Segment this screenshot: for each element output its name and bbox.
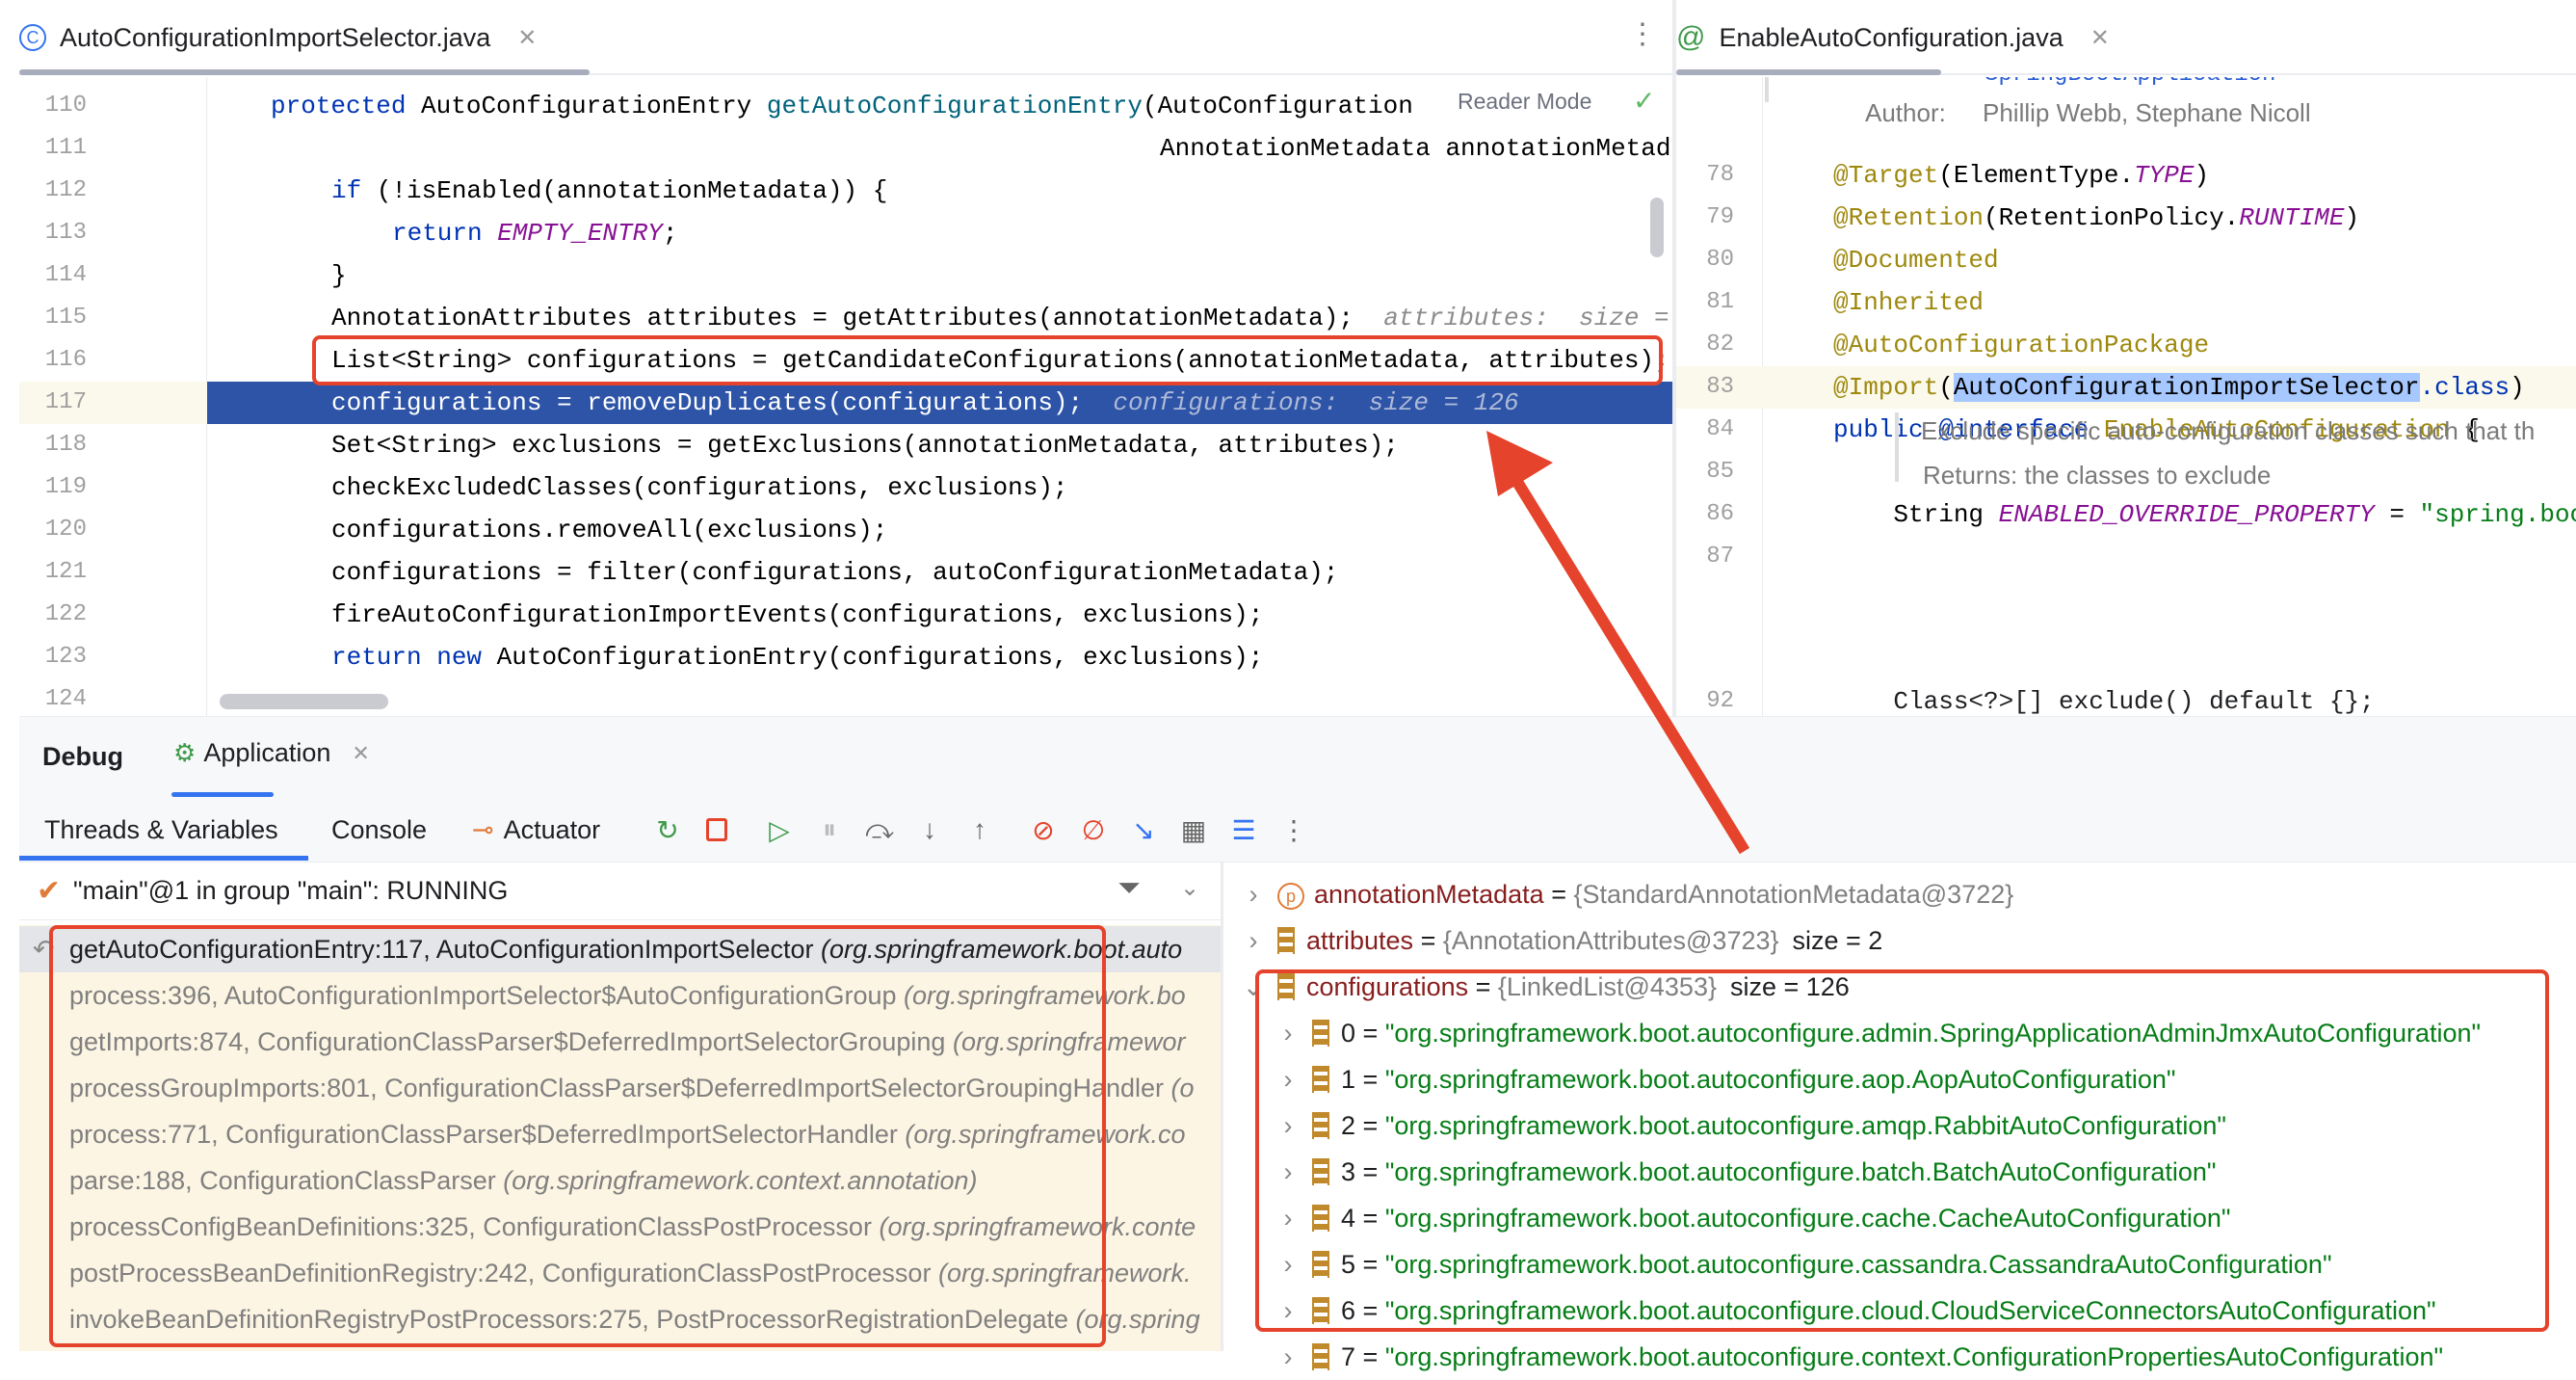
arrow-shaft [1511,478,1750,855]
red-arrow [1486,431,1750,855]
